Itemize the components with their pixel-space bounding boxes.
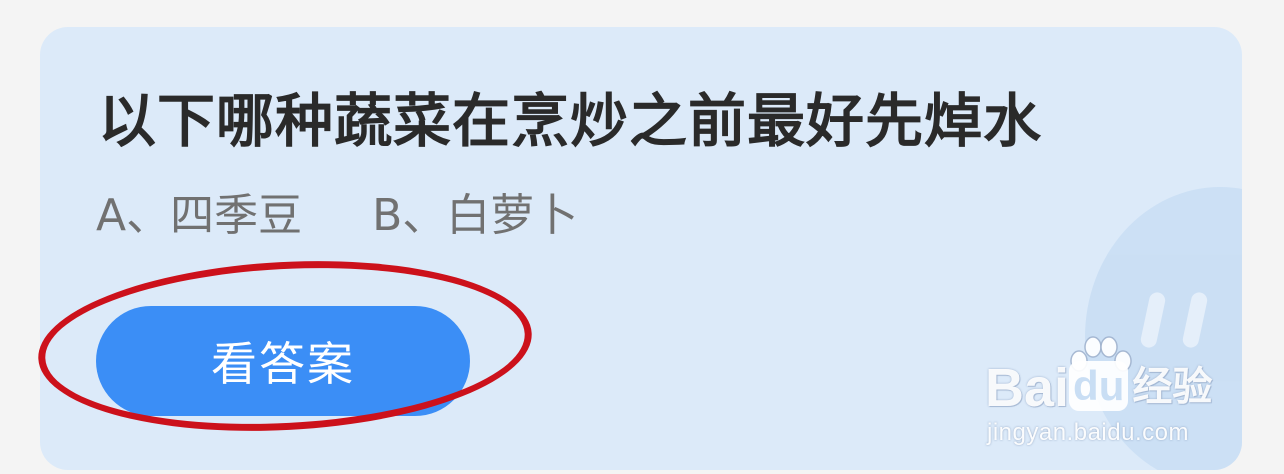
mascot-right-eye [1181, 290, 1209, 350]
mascot-left-eye [1139, 290, 1167, 350]
question-title: 以下哪种蔬菜在烹炒之前最好先焯水 [98, 87, 1043, 155]
options-row: A、四季豆 B、白萝卜 [96, 188, 578, 244]
option-b[interactable]: B、白萝卜 [372, 190, 578, 241]
view-answer-button[interactable]: 看答案 [96, 306, 470, 416]
option-a[interactable]: A、四季豆 [96, 190, 302, 241]
mascot-face-icon [1085, 187, 1242, 470]
